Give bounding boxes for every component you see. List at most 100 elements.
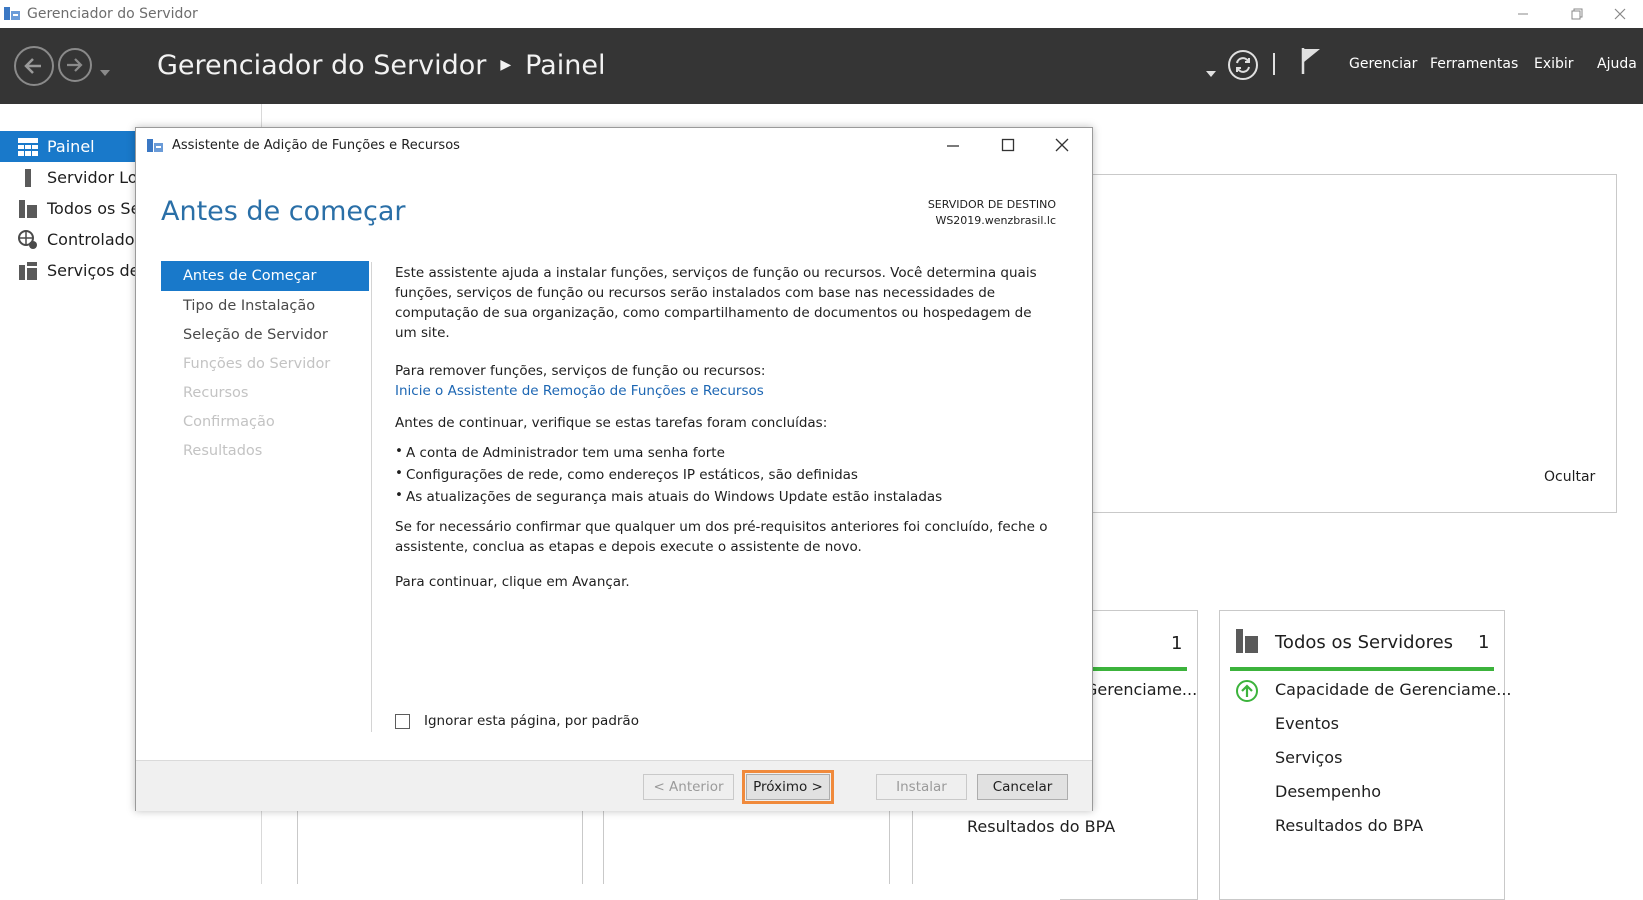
tile-border	[582, 811, 583, 884]
dialog-maximize-button[interactable]	[981, 128, 1035, 162]
close-window-button[interactable]	[1597, 0, 1643, 28]
dialog-close-button[interactable]	[1035, 128, 1089, 162]
restore-icon	[1571, 8, 1583, 20]
menu-exibir[interactable]: Exibir	[1534, 56, 1574, 72]
previous-button[interactable]: < Anterior	[643, 774, 734, 800]
tile-line[interactable]: Gerenciame...	[1085, 680, 1197, 699]
wizard-footer: < Anterior Próximo > Instalar Cancelar	[136, 760, 1092, 811]
step-selecao-de-servidor[interactable]: Seleção de Servidor	[161, 320, 369, 349]
tile-count: 1	[1171, 633, 1183, 654]
sidebar-item-label: Controlador	[47, 230, 142, 249]
breadcrumb-page: Painel	[525, 50, 606, 81]
skip-page-checkbox[interactable]	[395, 713, 410, 729]
remove-wizard-link[interactable]: Inicie o Assistente de Remoção de Funçõe…	[395, 381, 1055, 401]
destination-server: SERVIDOR DE DESTINO WS2019.wenzbrasil.lc	[928, 197, 1056, 229]
arrow-right-icon	[67, 58, 83, 72]
header-dropdown[interactable]	[1206, 62, 1216, 81]
next-button[interactable]: Próximo >	[742, 770, 834, 804]
maximize-icon	[1001, 138, 1015, 152]
skip-page-label: Ignorar esta página, por padrão	[424, 713, 639, 729]
tile-border	[297, 811, 298, 884]
refresh-icon	[1228, 50, 1258, 80]
steps-divider	[371, 262, 372, 732]
checklist-intro: Antes de continuar, verifique se estas t…	[395, 415, 828, 431]
add-roles-wizard-dialog: Assistente de Adição de Funções e Recurs…	[135, 127, 1093, 811]
menu-gerenciar[interactable]: Gerenciar	[1349, 56, 1417, 72]
dashboard-icon	[17, 137, 39, 156]
flag-icon	[1301, 48, 1320, 74]
app-header: Gerenciador do Servidor ▶ Painel Gerenciar…	[0, 28, 1643, 104]
servers-icon	[1236, 629, 1258, 653]
step-tipo-de-instalacao[interactable]: Tipo de Instalação	[161, 291, 369, 320]
server-manager-app-icon	[4, 7, 20, 20]
dialog-minimize-button[interactable]	[926, 128, 980, 162]
window-title: Gerenciador do Servidor	[27, 6, 198, 22]
servers-icon	[17, 199, 39, 218]
wizard-steps: Antes de Começar Tipo de Instalação Sele…	[161, 261, 369, 465]
tile-line[interactable]: Desempenho	[1275, 782, 1381, 801]
welcome-panel: Ocultar	[1090, 174, 1617, 513]
wizard-heading: Antes de começar	[161, 196, 406, 227]
hide-link[interactable]: Ocultar	[1544, 469, 1595, 485]
step-resultados: Resultados	[183, 442, 263, 459]
close-icon	[1614, 8, 1626, 20]
menu-ferramentas[interactable]: Ferramentas	[1430, 56, 1518, 72]
skip-page-option[interactable]: Ignorar esta página, por padrão	[395, 713, 639, 729]
dialog-title: Assistente de Adição de Funções e Recurs…	[172, 138, 460, 153]
forward-button[interactable]	[58, 48, 92, 82]
tile-bpa-line[interactable]: Resultados do BPA	[967, 817, 1115, 836]
server-icon	[17, 168, 39, 187]
intro-text: Este assistente ajuda a instalar funções…	[395, 265, 1037, 341]
confirm-text: Se for necessário confirmar que qualquer…	[395, 519, 1048, 555]
domain-controller-icon	[17, 229, 39, 250]
remove-text: Para remover funções, serviços de função…	[395, 363, 766, 379]
destination-server-name: WS2019.wenzbrasil.lc	[935, 214, 1056, 227]
tile-todos-servidores: Todos os Servidores 1 Capacidade de Gere…	[1219, 610, 1512, 900]
restore-window-button[interactable]	[1554, 0, 1600, 28]
sidebar-item-label: Painel	[47, 137, 95, 156]
status-ok-icon	[1236, 680, 1258, 702]
window-titlebar: Gerenciador do Servidor	[0, 0, 1643, 28]
services-icon	[17, 261, 39, 280]
step-confirmacao: Confirmação	[183, 413, 275, 430]
wizard-content: Este assistente ajuda a instalar funções…	[395, 263, 1055, 592]
sidebar-item-label: Todos os Se	[47, 199, 141, 218]
tile-border	[912, 811, 913, 884]
close-icon	[1055, 138, 1069, 152]
list-item: A conta de Administrador tem uma senha f…	[395, 440, 1055, 464]
tile-line[interactable]: Capacidade de Gerenciame...	[1275, 680, 1512, 699]
prerequisite-list: A conta de Administrador tem uma senha f…	[395, 440, 1055, 508]
breadcrumb-app[interactable]: Gerenciador do Servidor	[157, 50, 486, 81]
minimize-icon	[1518, 13, 1528, 15]
history-dropdown[interactable]	[100, 61, 110, 80]
chevron-down-icon	[100, 70, 110, 76]
step-funcoes-do-servidor: Funções do Servidor	[183, 355, 331, 372]
list-item: As atualizações de segurança mais atuais…	[395, 484, 1055, 508]
tile-line[interactable]: Serviços	[1275, 748, 1342, 767]
minimize-window-button[interactable]	[1500, 0, 1546, 28]
refresh-button[interactable]	[1227, 49, 1259, 85]
minimize-icon	[947, 145, 959, 147]
install-button[interactable]: Instalar	[876, 774, 967, 800]
breadcrumb-separator-icon: ▶	[500, 57, 512, 73]
sidebar-item-label: Serviços de	[47, 261, 140, 280]
tile-count: 1	[1478, 632, 1490, 653]
continue-text: Para continuar, clique em Avançar.	[395, 574, 630, 590]
destination-label: SERVIDOR DE DESTINO	[927, 198, 1056, 211]
tile-title[interactable]: Todos os Servidores	[1275, 632, 1453, 653]
list-item: Configurações de rede, como endereços IP…	[395, 462, 1055, 486]
tile-line[interactable]: Resultados do BPA	[1275, 816, 1423, 835]
cancel-button[interactable]: Cancelar	[977, 774, 1068, 800]
notifications-button[interactable]	[1300, 46, 1322, 80]
step-antes-de-comecar[interactable]: Antes de Começar	[161, 261, 369, 291]
tile-border	[889, 811, 890, 884]
sidebar-item-label: Servidor Lo	[47, 168, 138, 187]
tile-status-bar	[1230, 667, 1494, 671]
arrow-left-icon	[24, 58, 41, 74]
tile-line[interactable]: Eventos	[1275, 714, 1339, 733]
chevron-down-icon	[1206, 71, 1216, 77]
tile-border	[603, 811, 604, 884]
breadcrumb: Gerenciador do Servidor ▶ Painel	[157, 50, 605, 81]
back-button[interactable]	[14, 46, 54, 86]
menu-ajuda[interactable]: Ajuda	[1597, 56, 1637, 72]
